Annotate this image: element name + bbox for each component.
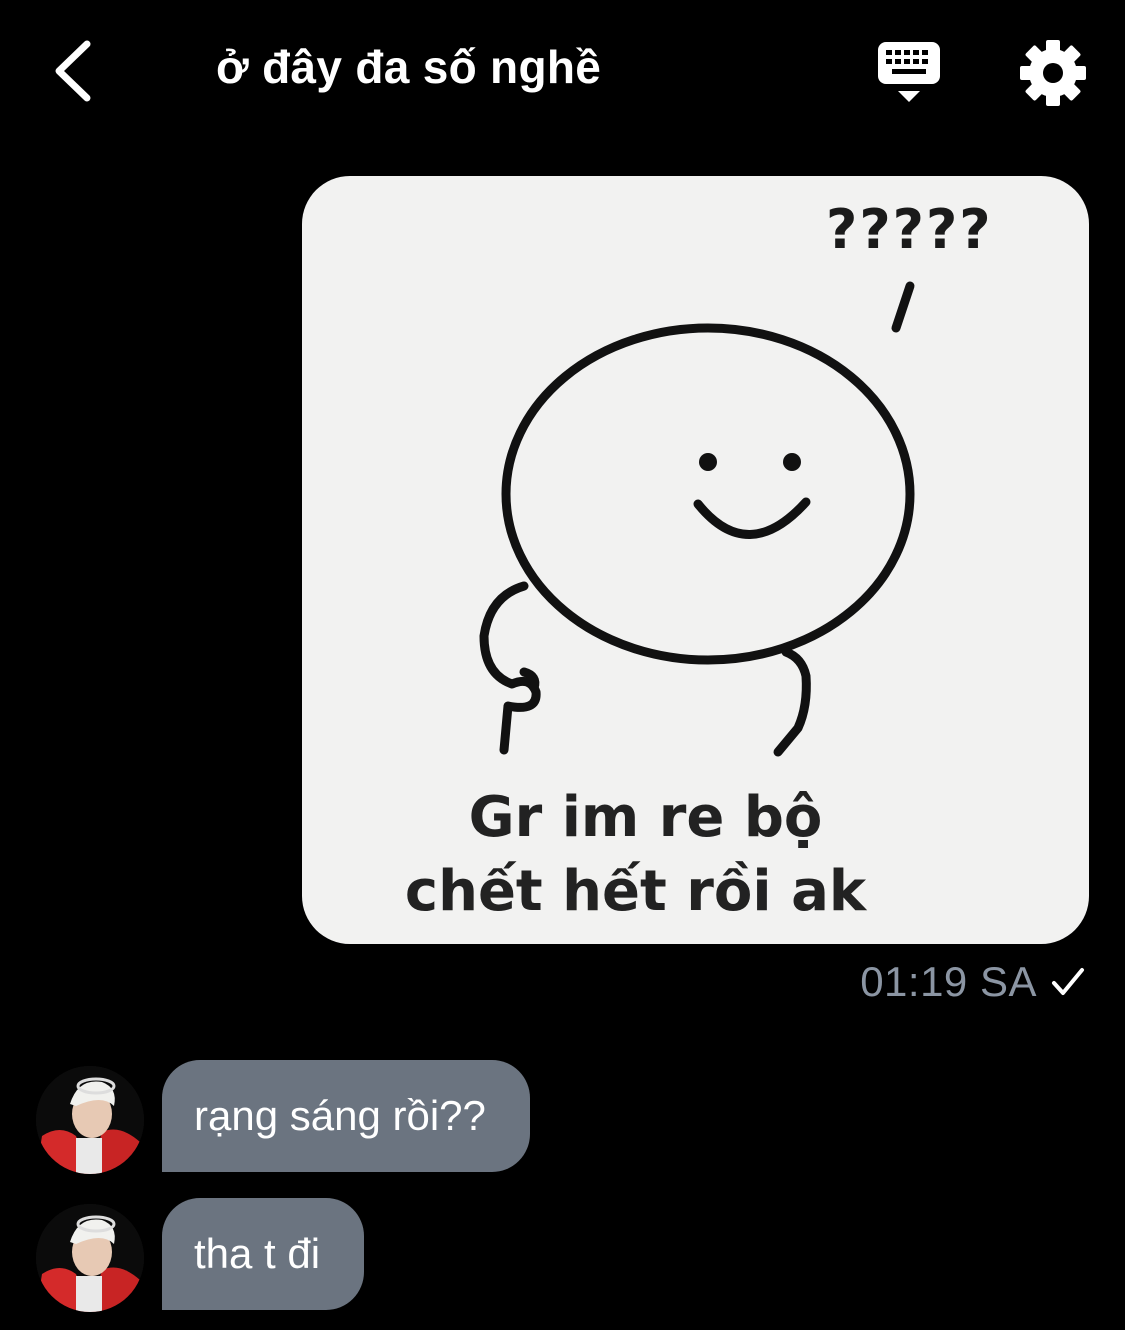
sticker-question-marks: ?????: [826, 198, 993, 261]
user-photo-icon: [36, 1066, 144, 1174]
sticker-caption-line-1: Gr im re bộ: [468, 785, 823, 850]
avatar[interactable]: [36, 1066, 144, 1174]
settings-button[interactable]: [1016, 36, 1090, 110]
check-icon: [1052, 968, 1084, 995]
message-text: tha t đi: [194, 1230, 321, 1277]
message-meta: 01:19 SA: [860, 958, 1085, 1006]
chat-screen: ở đây đa số nghề ????? Gr im re bộ chết …: [0, 0, 1125, 1330]
sticker-message[interactable]: ????? Gr im re bộ chết hết rồi ak: [302, 176, 1089, 944]
incoming-message-bubble[interactable]: tha t đi: [162, 1198, 365, 1310]
message-timestamp: 01:19 SA: [860, 958, 1037, 1005]
keyboard-icon: [878, 42, 940, 102]
back-button[interactable]: [36, 34, 106, 108]
gear-icon: [1020, 40, 1086, 106]
chat-header: ở đây đa số nghề: [0, 0, 1125, 140]
incoming-message-bubble[interactable]: rạng sáng rồi??: [162, 1060, 530, 1172]
chat-title: ở đây đa số nghề: [216, 41, 602, 93]
user-photo-icon: [36, 1204, 144, 1312]
keyboard-toggle-button[interactable]: [872, 38, 946, 108]
message-text: rạng sáng rồi??: [194, 1092, 486, 1139]
chevron-left-icon: [55, 40, 91, 102]
avatar[interactable]: [36, 1204, 144, 1312]
sticker-caption-line-2: chết hết rồi ak: [404, 859, 867, 924]
